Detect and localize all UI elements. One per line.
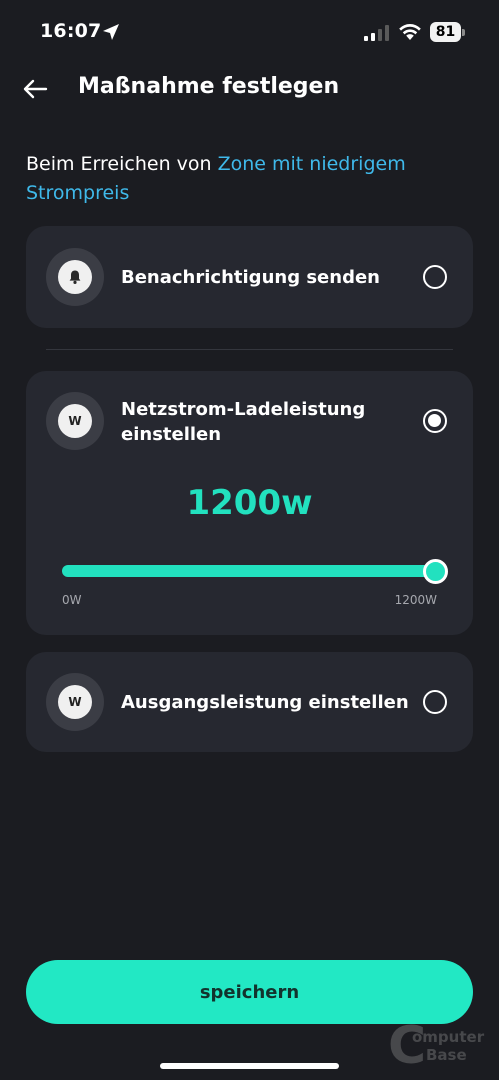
option-radio-grid-charge-power[interactable] [423, 409, 447, 433]
status-time: 16:07 [40, 20, 102, 42]
option-card-notification[interactable]: Benachrichtigung senden [26, 226, 473, 328]
page-title: Maßnahme festlegen [78, 74, 340, 99]
watt-icon-badge: W [46, 392, 104, 450]
slider-min-label: 0W [62, 593, 82, 607]
divider [46, 349, 453, 350]
wifi-icon [399, 24, 421, 40]
watt-icon-badge: W [46, 673, 104, 731]
bell-icon [69, 270, 81, 284]
option-radio-notification[interactable] [423, 265, 447, 289]
trigger-description: Beim Erreichen von Zone mit niedrigem St… [26, 150, 466, 208]
home-indicator[interactable] [160, 1063, 339, 1069]
battery-indicator: 81 [430, 22, 465, 42]
power-value-display: 1200w [186, 483, 313, 523]
bell-icon-badge [46, 248, 104, 306]
battery-nub [462, 29, 465, 36]
trigger-prefix: Beim Erreichen von [26, 153, 218, 175]
power-slider-track[interactable] [62, 565, 437, 577]
watt-icon: W [58, 685, 92, 719]
watermark-line-2: Base [426, 1046, 467, 1064]
screen: 16:07 81 Maßnahme festlegen Beim Erreich… [0, 0, 499, 1080]
option-label: Ausgangsleistung einstellen [121, 692, 409, 713]
back-arrow-icon[interactable] [22, 76, 48, 102]
save-button[interactable]: speichern [26, 960, 473, 1024]
option-card-grid-charge-power[interactable]: W Netzstrom-Ladeleistung einstellen 1200… [26, 371, 473, 635]
watermark-line-1: omputer [412, 1028, 485, 1046]
computerbase-watermark: C omputer Base [388, 1020, 498, 1076]
slider-max-label: 1200W [394, 593, 437, 607]
cellular-signal-icon [364, 25, 389, 41]
option-label: Benachrichtigung senden [121, 267, 380, 288]
option-radio-output-power[interactable] [423, 690, 447, 714]
watt-icon: W [58, 404, 92, 438]
battery-level: 81 [430, 22, 461, 42]
location-arrow-icon [103, 24, 119, 40]
power-slider-thumb[interactable] [423, 559, 448, 584]
option-card-output-power[interactable]: W Ausgangsleistung einstellen [26, 652, 473, 752]
bell-icon-circle [58, 260, 92, 294]
option-label: Netzstrom-Ladeleistung einstellen [121, 399, 366, 445]
status-bar: 16:07 81 [0, 0, 499, 66]
